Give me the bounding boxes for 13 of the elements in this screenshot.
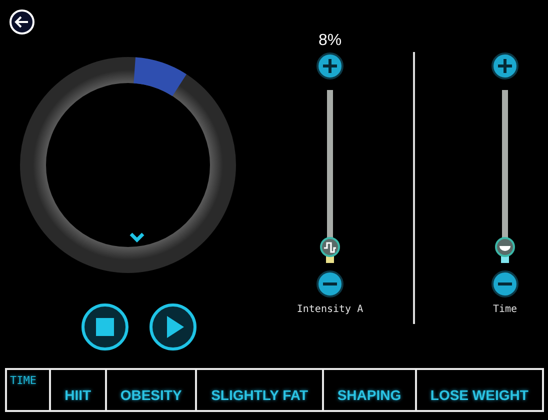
- plus-button[interactable]: [491, 52, 519, 80]
- stop-button[interactable]: [80, 302, 130, 352]
- slider-thumb[interactable]: [495, 237, 515, 264]
- slider-label: Intensity A: [296, 304, 364, 315]
- minus-button[interactable]: [491, 270, 519, 298]
- plus-button[interactable]: [316, 52, 344, 80]
- slider-label: Time: [492, 304, 518, 315]
- play-button[interactable]: [148, 302, 198, 352]
- percent-reading: 8%: [318, 31, 342, 51]
- minus-button[interactable]: [316, 270, 344, 298]
- chevron-down-icon[interactable]: [129, 231, 145, 243]
- back-icon[interactable]: [9, 9, 35, 35]
- slider-thumb[interactable]: [320, 237, 340, 264]
